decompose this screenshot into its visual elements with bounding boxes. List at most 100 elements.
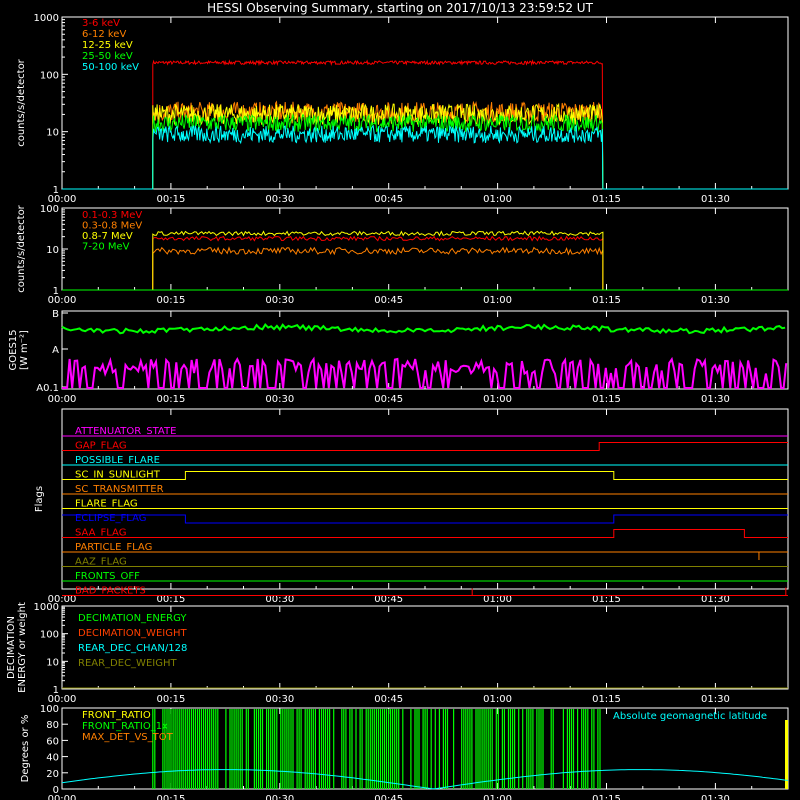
legend-entry: 25-50 keV — [82, 51, 133, 62]
legend-entry: 12-25 keV — [82, 40, 133, 51]
y-tick-label: 1 — [53, 685, 59, 696]
flag-label: SAA_FLAG — [75, 528, 126, 539]
y-tick-label: A0.1 — [36, 383, 59, 394]
x-tick-label: 01:00 — [483, 295, 512, 306]
x-tick-label: 01:00 — [483, 394, 512, 405]
x-tick-label: 01:00 — [483, 194, 512, 205]
series-line — [62, 102, 788, 190]
flag-label: ATTENUATOR_STATE — [75, 426, 176, 437]
legend-entry: FRONT_RATIO — [82, 710, 151, 721]
y-tick-label: 80 — [46, 720, 59, 731]
flag-line — [62, 514, 788, 524]
x-tick-label: 01:15 — [592, 295, 621, 306]
x-tick-label: 00:45 — [374, 295, 403, 306]
y-tick-label: 40 — [46, 753, 59, 764]
panel-frame — [61, 207, 789, 291]
legend-entry: 50-100 keV — [82, 62, 139, 73]
legend-entry: 0.8-7 MeV — [82, 231, 133, 242]
observing-summary-plot: 00:00 00:15 00:30 00:45 01:00 01:15 01:3011010… — [6, 13, 789, 800]
x-tick-label: 00:45 — [374, 194, 403, 205]
x-tick-label: 00:15 — [156, 794, 185, 800]
flag-label: POSSIBLE_FLARE — [75, 455, 160, 466]
legend-entry: 0.1-0.3 MeV — [82, 210, 142, 221]
x-tick-label: 00:45 — [374, 394, 403, 405]
series-line — [62, 235, 788, 291]
panel-frame — [61, 16, 789, 190]
x-tick-label: 01:15 — [592, 194, 621, 205]
x-tick-label: 01:15 — [592, 794, 621, 800]
y-axis-label: Degrees or % — [20, 715, 31, 783]
x-tick-label: 00:30 — [265, 394, 294, 405]
flag-label: BAD_PACKETS — [75, 586, 146, 597]
latitude-annotation: Absolute geomagnetic latitude — [613, 711, 767, 722]
legend-entry: FRONT_RATIO_1x — [82, 721, 168, 732]
flag-label: FLARE_FLAG — [75, 499, 138, 510]
x-tick-label: 00:45 — [374, 694, 403, 705]
x-tick-label: 00:00 — [48, 394, 77, 405]
x-tick-label: 00:30 — [265, 194, 294, 205]
x-tick-label: 01:30 — [701, 794, 730, 800]
goes-long-series — [61, 322, 786, 335]
x-tick-label: 00:30 — [265, 694, 294, 705]
flag-label: FRONTS_OFF — [75, 571, 140, 582]
x-tick-label: 00:30 — [265, 794, 294, 800]
x-tick-label: 00:15 — [156, 295, 185, 306]
legend-entry: DECIMATION_WEIGHT — [78, 628, 187, 639]
x-tick-label: 01:15 — [592, 694, 621, 705]
flag-line — [62, 442, 788, 451]
y-tick-label: 10 — [46, 245, 59, 256]
y-tick-label: 1 — [53, 286, 59, 297]
y-tick-label: 100 — [40, 204, 59, 215]
y-tick-label: 10 — [46, 128, 59, 139]
legend-entry: 6-12 keV — [82, 29, 126, 40]
flag-label: AAZ_FLAG — [75, 557, 127, 568]
series-line — [62, 124, 788, 190]
x-tick-label: 01:00 — [483, 794, 512, 800]
legend-entry: 3-6 keV — [82, 18, 120, 29]
front-ratio-bars — [152, 709, 601, 789]
y-axis-label: counts/s/detector — [16, 58, 27, 146]
legend-entry: MAX_DET_VS_TOT — [82, 732, 174, 743]
y-tick-label: 100 — [40, 630, 59, 641]
y-tick-label: 100 — [40, 704, 59, 715]
x-tick-label: 01:00 — [483, 694, 512, 705]
flag-label: SC_IN_SUNLIGHT — [75, 470, 161, 481]
y-axis-label: GOES15 — [8, 329, 19, 370]
x-tick-label: 01:15 — [592, 394, 621, 405]
x-tick-label: 00:15 — [156, 694, 185, 705]
legend-entry: 7-20 MeV — [82, 242, 130, 253]
series-line — [62, 113, 788, 190]
x-tick-label: 00:45 — [374, 794, 403, 800]
x-tick-label: 00:15 — [156, 394, 185, 405]
y-axis-label: counts/s/detector — [16, 204, 27, 292]
flag-label: ECLIPSE_FLAG — [75, 513, 146, 524]
y-tick-label: 20 — [46, 769, 59, 780]
flag-label: SC_TRANSMITTER — [75, 484, 164, 495]
flag-label: GAP_FLAG — [75, 441, 127, 452]
x-tick-label: 00:30 — [265, 295, 294, 306]
flag-line — [62, 471, 788, 480]
y-tick-label: 10 — [46, 657, 59, 668]
y-axis-label-2: ENERGY or weight — [17, 602, 28, 693]
y-tick-label: 0 — [53, 785, 59, 796]
y-axis-label-units: [W m⁻²] — [19, 330, 30, 370]
x-tick-label: 01:30 — [701, 295, 730, 306]
y-tick-label: 1000 — [34, 13, 59, 24]
series-line — [62, 246, 788, 291]
front-ratio-end-bar — [785, 720, 788, 789]
y-tick-label: 1000 — [34, 602, 59, 613]
x-tick-label: 00:15 — [156, 194, 185, 205]
series-line — [62, 230, 788, 291]
x-tick-label: 01:30 — [701, 394, 730, 405]
y-tick-label: A — [52, 345, 59, 356]
goes-short-series — [62, 356, 788, 389]
y-tick-label: 100 — [40, 70, 59, 81]
y-tick-label: B — [52, 309, 59, 320]
y-tick-label: 60 — [46, 736, 59, 747]
flag-line — [62, 529, 788, 538]
flag-label: PARTICLE_FLAG — [75, 542, 152, 553]
legend-entry: 0.3-0.8 MeV — [82, 221, 142, 232]
y-tick-label: 1 — [53, 185, 59, 196]
y-axis-label: Flags — [34, 486, 45, 512]
y-axis-label: DECIMATION — [6, 616, 17, 679]
